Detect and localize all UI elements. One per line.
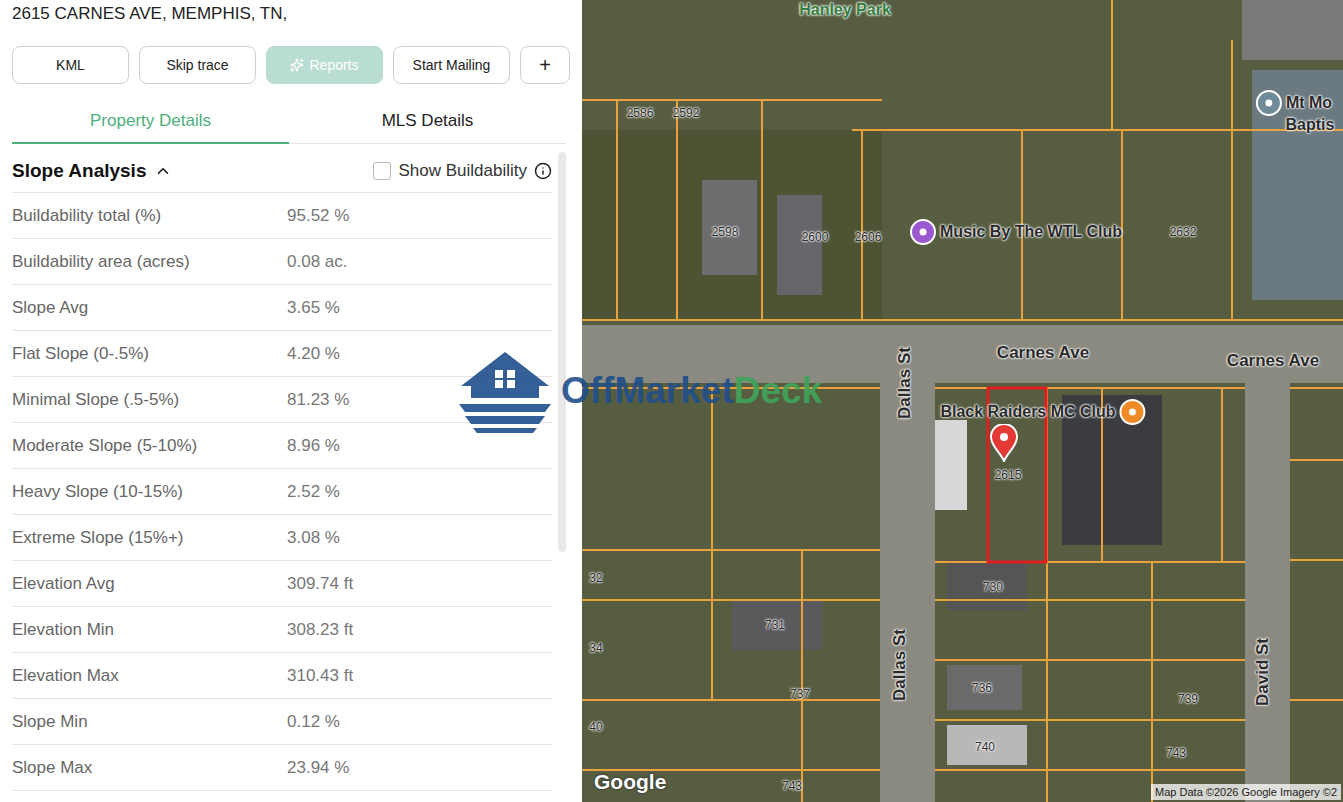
property-panel: 2615 CARNES AVE, MEMPHIS, TN, KML Skip tra… — [0, 0, 582, 802]
map[interactable]: Hanley Park 2586 2592 2598 2600 2606 2632 2615 7… — [582, 0, 1343, 802]
data-row: Flat Slope (0-.5%)4.20 % — [12, 331, 552, 377]
poi-label[interactable]: Mt Mo — [1256, 90, 1332, 116]
tab[interactable]: Property Details — [12, 98, 289, 144]
parcel-number: 743 — [1166, 746, 1186, 760]
parcel-number: 2632 — [1170, 225, 1197, 239]
street-label: Dallas St — [890, 629, 910, 701]
slope-section: Slope AnalysisShow BuildabilityBuildabil… — [0, 144, 582, 791]
map-attribution: Map Data ©2026 Google Imagery ©2 — [1151, 784, 1341, 800]
parcel-number: 730 — [983, 580, 1003, 594]
parcel-number: 731 — [765, 618, 785, 632]
parcel-number: 34 — [589, 641, 602, 655]
street-label: Dallas St — [895, 347, 915, 419]
data-row: Slope Max23.94 % — [12, 745, 552, 791]
parcel-number: 2592 — [673, 106, 700, 120]
watermark-text: Deck — [734, 370, 822, 411]
park-label: Hanley Park — [799, 1, 891, 19]
data-row: Heavy Slope (10-15%)2.52 % — [12, 469, 552, 515]
property-address: 2615 CARNES AVE, MEMPHIS, TN, — [0, 0, 582, 26]
toolbar: KML Skip trace Reports Start Mailing + — [0, 26, 582, 84]
data-row: Elevation Max310.43 ft — [12, 653, 552, 699]
parcel-number: 2600 — [802, 230, 829, 244]
parcel-number: 736 — [972, 681, 992, 695]
toolbar-button[interactable]: Skip trace — [139, 46, 256, 84]
data-row: Buildability total (%)95.52 % — [12, 193, 552, 239]
parcel-number: 743 — [782, 779, 802, 793]
data-row: Elevation Min308.23 ft — [12, 607, 552, 653]
data-row: Elevation Avg309.74 ft — [12, 561, 552, 607]
scrollbar[interactable] — [558, 152, 566, 552]
parcel-number: 740 — [975, 740, 995, 754]
location-pin-icon[interactable] — [990, 424, 1018, 462]
watermark: OffMarketDeck — [455, 348, 822, 434]
parcel-number: 40 — [589, 720, 602, 734]
house-logo-icon — [455, 348, 555, 434]
data-row: Extreme Slope (15%+)3.08 % — [12, 515, 552, 561]
tab[interactable]: MLS Details — [289, 98, 566, 144]
street-label: David St — [1253, 638, 1273, 706]
toolbar-button: Reports — [266, 46, 383, 84]
street-label: Carnes Ave — [997, 343, 1089, 363]
parcel-number: 32 — [589, 571, 602, 585]
section-header[interactable]: Slope AnalysisShow Buildability — [12, 144, 552, 193]
data-row: Moderate Slope (5-10%)8.96 % — [12, 423, 552, 469]
chevron-up-icon[interactable] — [154, 162, 172, 180]
data-row: Buildability area (acres)0.08 ac. — [12, 239, 552, 285]
street-label: Carnes Ave — [1227, 351, 1319, 371]
info-icon[interactable] — [534, 162, 552, 180]
toolbar-button[interactable]: KML — [12, 46, 129, 84]
toolbar-button[interactable]: Start Mailing — [393, 46, 510, 84]
data-row: Slope Avg3.65 % — [12, 285, 552, 331]
parcel-number: 2615 — [995, 468, 1022, 482]
satellite-imagery — [582, 0, 1343, 802]
poi-label[interactable]: Music By The WTL Club — [910, 219, 1122, 245]
watermark-text: OffMarket — [561, 370, 734, 411]
checkbox[interactable] — [373, 162, 391, 180]
parcel-number: 2606 — [855, 230, 882, 244]
google-logo: Google — [594, 770, 666, 794]
toolbar-button[interactable]: + — [520, 46, 570, 84]
parcel-number: 2598 — [712, 225, 739, 239]
parcel-number: 2586 — [627, 106, 654, 120]
buildability-toggle[interactable]: Show Buildability — [373, 161, 552, 181]
data-row: Minimal Slope (.5-5%)81.23 % — [12, 377, 552, 423]
poi-label[interactable]: Black Raiders MC Club — [940, 399, 1145, 425]
parcel-number: 739 — [1178, 692, 1198, 706]
poi-icon — [1120, 399, 1146, 425]
screen: 2615 CARNES AVE, MEMPHIS, TN, KML Skip tra… — [0, 0, 1343, 802]
data-row: Slope Min0.12 % — [12, 699, 552, 745]
parcel-number: 737 — [790, 687, 810, 701]
sparkle-icon — [290, 58, 304, 72]
poi-label: Baptis — [1286, 116, 1335, 134]
poi-icon — [1256, 90, 1282, 116]
poi-icon — [910, 219, 936, 245]
tab-bar: Property DetailsMLS Details — [12, 98, 566, 144]
